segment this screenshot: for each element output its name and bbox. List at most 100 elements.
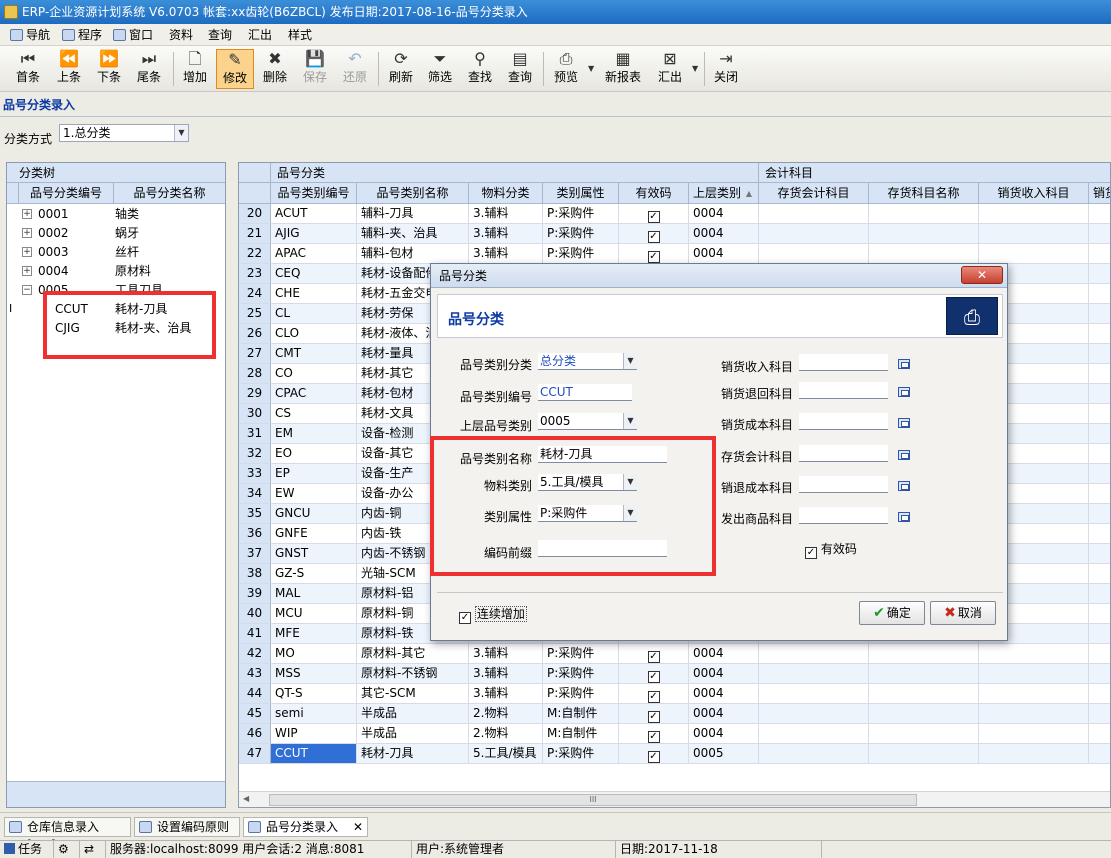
cell-code[interactable]: EW <box>271 484 357 504</box>
cell-account[interactable] <box>1089 524 1110 544</box>
category-code-field[interactable]: CCUT <box>538 384 632 401</box>
cell-account[interactable] <box>1089 584 1110 604</box>
cell-account[interactable] <box>1089 324 1110 344</box>
cell-code[interactable]: EO <box>271 444 357 464</box>
cell-code[interactable]: CMT <box>271 344 357 364</box>
cell-material[interactable]: 2.物料 <box>469 704 543 724</box>
lookup-icon[interactable] <box>898 512 910 522</box>
cell-account[interactable] <box>869 704 979 724</box>
category-type-select[interactable]: 总分类 ▼ <box>538 353 637 370</box>
tree-node[interactable]: + 0002 蜗牙 <box>7 224 225 243</box>
horizontal-scrollbar[interactable]: ◀ III <box>239 791 1110 807</box>
cell-account[interactable] <box>1089 204 1110 224</box>
cell-account[interactable] <box>869 244 979 264</box>
row-number[interactable]: 42 <box>239 644 271 664</box>
cell-code[interactable]: CHE <box>271 284 357 304</box>
cell-account[interactable] <box>979 684 1089 704</box>
row-number[interactable]: 21 <box>239 224 271 244</box>
add-button[interactable]: 🗋 增加 <box>177 49 213 89</box>
cell-account[interactable] <box>1089 544 1110 564</box>
cell-account[interactable] <box>1089 644 1110 664</box>
cell-account[interactable] <box>1089 344 1110 364</box>
table-row[interactable]: 44 QT-S 其它-SCM 3.辅料 P:采购件 ✓ 0004 <box>239 684 1110 704</box>
cell-account[interactable] <box>1089 724 1110 744</box>
preview-button[interactable]: ⎙ 预览 <box>548 49 584 89</box>
cell-name[interactable]: 辅料-刀具 <box>357 204 469 224</box>
cell-code[interactable]: APAC <box>271 244 357 264</box>
cell-account[interactable] <box>979 664 1089 684</box>
chevron-down-icon[interactable]: ▼ <box>623 353 637 369</box>
cell-attribute[interactable]: P:采购件 <box>543 684 619 704</box>
row-number[interactable]: 25 <box>239 304 271 324</box>
save-button[interactable]: 💾 保存 <box>297 49 333 89</box>
col-header-sales-income[interactable]: 销货收入科目 <box>979 183 1089 204</box>
cell-attribute[interactable]: P:采购件 <box>543 244 619 264</box>
cell-account[interactable] <box>979 724 1089 744</box>
row-number[interactable]: 31 <box>239 424 271 444</box>
row-number[interactable]: 43 <box>239 664 271 684</box>
expand-icon[interactable]: + <box>22 247 32 257</box>
lookup-icon[interactable] <box>898 450 910 460</box>
tab-coding-rules[interactable]: 设置编码原则 <box>134 817 240 837</box>
cell-parent[interactable]: 0004 <box>689 684 759 704</box>
cell-account[interactable] <box>979 244 1089 264</box>
cell-account[interactable] <box>759 644 869 664</box>
chevron-down-icon[interactable]: ▼ <box>174 125 188 141</box>
cell-parent[interactable]: 0004 <box>689 224 759 244</box>
row-number[interactable]: 45 <box>239 704 271 724</box>
cell-account[interactable] <box>759 664 869 684</box>
cell-account[interactable] <box>979 704 1089 724</box>
cell-account[interactable] <box>1089 284 1110 304</box>
table-row[interactable]: 42 MO 原材料-其它 3.辅料 P:采购件 ✓ 0004 <box>239 644 1110 664</box>
cell-account[interactable] <box>869 204 979 224</box>
lookup-icon[interactable] <box>898 481 910 491</box>
undo-button[interactable]: ↶ 还原 <box>337 49 373 89</box>
cell-code[interactable]: CS <box>271 404 357 424</box>
issued-goods-account-field[interactable] <box>799 507 888 524</box>
row-number[interactable]: 20 <box>239 204 271 224</box>
cell-valid[interactable]: ✓ <box>619 684 689 704</box>
tab-category-entry[interactable]: 品号分类录入 ✕ <box>243 817 368 837</box>
cell-name[interactable]: 半成品 <box>357 704 469 724</box>
lookup-icon[interactable] <box>898 418 910 428</box>
cell-code[interactable]: QT-S <box>271 684 357 704</box>
bug-icon[interactable]: ⚙ <box>54 841 80 858</box>
row-number[interactable]: 24 <box>239 284 271 304</box>
tree-node[interactable]: + 0001 轴类 <box>7 205 225 224</box>
cell-material[interactable]: 3.辅料 <box>469 204 543 224</box>
return-cost-account-field[interactable] <box>799 476 888 493</box>
cell-account[interactable] <box>979 224 1089 244</box>
cell-account[interactable] <box>1089 664 1110 684</box>
cell-material[interactable]: 3.辅料 <box>469 644 543 664</box>
row-number[interactable]: 30 <box>239 404 271 424</box>
cancel-button[interactable]: ✖ 取消 <box>930 601 996 625</box>
cell-code[interactable]: CL <box>271 304 357 324</box>
cell-account[interactable] <box>759 224 869 244</box>
cell-code[interactable]: semi <box>271 704 357 724</box>
cell-attribute[interactable]: P:采购件 <box>543 204 619 224</box>
cell-name[interactable]: 辅料-包材 <box>357 244 469 264</box>
cell-parent[interactable]: 0004 <box>689 204 759 224</box>
cell-account[interactable] <box>1089 744 1110 764</box>
refresh-button[interactable]: ⟳ 刷新 <box>383 49 419 89</box>
cell-valid[interactable]: ✓ <box>619 244 689 264</box>
close-button[interactable]: ⇥ 关闭 <box>708 49 744 89</box>
prev-button[interactable]: ⏪ 上条 <box>51 49 87 89</box>
col-header-material[interactable]: 物料分类 <box>469 183 543 204</box>
cell-name[interactable]: 辅料-夹、治具 <box>357 224 469 244</box>
expand-icon[interactable]: + <box>22 228 32 238</box>
row-number[interactable]: 27 <box>239 344 271 364</box>
col-header-parent[interactable]: 上层类别 ▲ <box>689 183 759 204</box>
cell-code[interactable]: MAL <box>271 584 357 604</box>
cell-code[interactable]: AJIG <box>271 224 357 244</box>
cell-valid[interactable]: ✓ <box>619 704 689 724</box>
row-number[interactable]: 35 <box>239 504 271 524</box>
cell-account[interactable] <box>1089 564 1110 584</box>
close-icon[interactable]: ✕ <box>353 818 363 836</box>
cell-name[interactable]: 耗材-刀具 <box>357 744 469 764</box>
cell-code[interactable]: GZ-S <box>271 564 357 584</box>
cell-account[interactable] <box>759 244 869 264</box>
row-number[interactable]: 33 <box>239 464 271 484</box>
sales-cost-account-field[interactable] <box>799 413 888 430</box>
row-number[interactable]: 32 <box>239 444 271 464</box>
